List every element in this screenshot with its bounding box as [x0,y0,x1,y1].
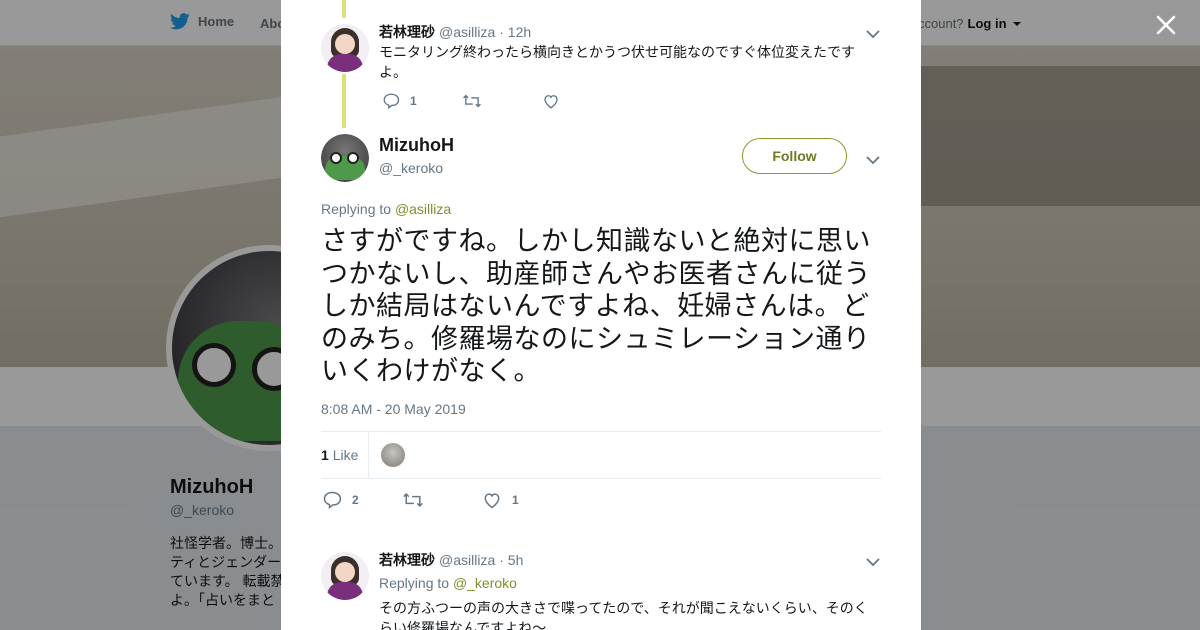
follow-button[interactable]: Follow [742,138,847,174]
liker-avatar[interactable] [381,443,405,467]
likes-stat-label: Like [332,447,359,463]
tweet-text: モニタリング終わったら横向きとかうつ伏せ可能なのですぐ体位変えたですよ。 [379,44,855,80]
username[interactable]: @asilliza [439,552,495,568]
like-button[interactable] [542,92,622,110]
retweet-icon [462,92,482,110]
display-name[interactable]: 若林理砂 [379,22,435,42]
username[interactable]: @_keroko [379,160,443,176]
tweet-header: 若林理砂 @asilliza · 12h [379,22,531,42]
tweet-stats: 1 Like [321,431,881,479]
tweet-time[interactable]: · 5h [499,552,523,568]
replying-to-link[interactable]: @asilliza [395,201,451,217]
retweet-button[interactable] [402,490,482,510]
stats-divider [368,432,369,478]
tweet-actions: 1 [382,92,622,110]
avatar[interactable] [321,552,369,600]
like-button[interactable]: 1 [482,490,562,510]
close-icon[interactable] [1154,13,1178,37]
tweet-timestamp[interactable]: 8:08 AM - 20 May 2019 [321,401,466,417]
replying-to: Replying to @_keroko [379,575,517,591]
like-count: 1 [512,493,519,507]
reply-count: 1 [410,94,417,108]
replying-to-link[interactable]: @_keroko [453,575,517,591]
reply-button[interactable]: 2 [322,490,402,510]
avatar[interactable] [321,24,369,72]
chevron-down-icon[interactable] [866,152,880,165]
retweet-button[interactable] [462,92,542,110]
chevron-down-icon[interactable] [866,26,880,39]
replying-prefix: Replying to [379,575,450,591]
avatar[interactable] [321,134,369,182]
reply-button[interactable]: 1 [382,92,462,110]
likes-stat[interactable]: 1 Like [321,447,358,463]
tweet-time[interactable]: · 12h [499,24,531,40]
thread-connector [342,0,346,18]
likes-stat-count: 1 [321,447,329,463]
display-name[interactable]: MizuhoH [379,135,454,156]
tweet-text: その方ふつーの声の大きさで喋ってたので、それが聞こえないくらい、そのくらい修羅場… [379,600,868,630]
username[interactable]: @asilliza [439,24,495,40]
tweet-permalink-modal: 若林理砂 @asilliza · 12h モニタリング終わったら横向きとかうつ伏… [281,0,921,630]
tweet-actions: 2 1 [322,490,562,510]
tweet-header: 若林理砂 @asilliza · 5h [379,550,523,570]
replying-to: Replying to @asilliza [321,201,451,217]
reply-icon [322,490,342,510]
tweet-text: さすがですね。しかし知識ないと絶対に思いつかないし、助産師さんやお医者さんに従う… [321,226,871,387]
heart-icon [542,92,560,110]
reply-icon [382,92,400,110]
chevron-down-icon[interactable] [866,554,880,567]
heart-icon [482,490,502,510]
retweet-icon [402,490,424,510]
replying-prefix: Replying to [321,201,392,217]
reply-count: 2 [352,493,359,507]
display-name[interactable]: 若林理砂 [379,550,435,570]
thread-connector [342,74,346,128]
